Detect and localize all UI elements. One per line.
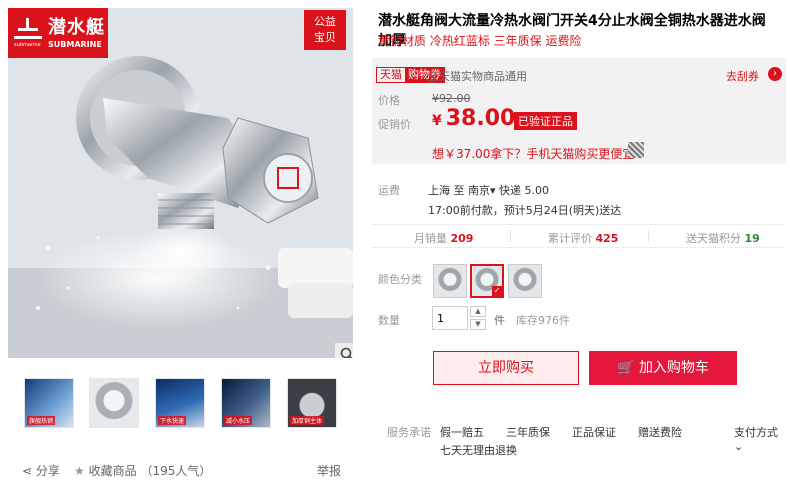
payment-methods[interactable]: 支付方式 ⌄ (734, 424, 790, 453)
shipping-time: 17:00前付款，预计5月24日(明天)送达 (428, 204, 622, 217)
brand-tag: submarine (14, 42, 41, 48)
thumbnail-5[interactable]: 加厚铜主体 (287, 378, 337, 428)
star-icon: ★ (74, 464, 85, 478)
stat-label: 累计评价 (548, 232, 592, 245)
share-icon: ⋖ (22, 464, 33, 478)
favorite-label: 收藏商品 (88, 464, 137, 478)
stock-count: 库存976件 (516, 314, 570, 327)
stat-points: 送天猫积分 19 (686, 230, 760, 246)
stat-divider (648, 230, 649, 242)
thumbnail-2[interactable] (89, 378, 139, 428)
thumbnail-label: 下水快速 (158, 416, 187, 425)
zoom-icon[interactable] (334, 342, 353, 358)
product-subtitle: 黄铜材质 冷热红蓝标 三年质保 运费险 (378, 34, 582, 48)
color-option-3[interactable] (508, 264, 542, 298)
charity-badge: 公益 宝贝 (304, 10, 346, 50)
thumbnail-3[interactable]: 下水快速 (155, 378, 205, 428)
check-icon: ✓ (492, 286, 502, 296)
color-option-2-selected[interactable]: ✓ (470, 264, 504, 298)
popularity-count: （195人气） (140, 464, 212, 478)
stat-reviews[interactable]: 累计评价 425 (548, 230, 618, 246)
coupon-note: 全天猫实物商品通用 (428, 70, 527, 83)
promo-price-label: 促销价 (378, 118, 411, 131)
qr-code-icon[interactable] (628, 142, 644, 158)
currency-symbol: ¥ (432, 113, 442, 129)
stat-label: 月销量 (414, 232, 447, 245)
thumbnail-label: 加厚铜主体 (290, 416, 325, 425)
promo-price: ¥38.00 (432, 106, 515, 131)
stat-value: 425 (595, 232, 619, 245)
service-item[interactable]: 赠送费险 (638, 424, 682, 440)
mobile-discount-link[interactable]: 想￥37.00拿下？手机天猫购买更便宜 (432, 145, 634, 162)
share-button[interactable]: ⋖ 分享 (22, 462, 60, 479)
quantity-decrease-icon[interactable]: ▼ (470, 319, 486, 330)
tmall-label: 天猫 (380, 68, 402, 81)
shipping-label: 运费 (378, 184, 400, 197)
service-item[interactable]: 七天无理由退换 (440, 442, 517, 458)
stat-monthly-sales: 月销量 209 (414, 230, 473, 246)
add-to-cart-button[interactable]: 🛒 加入购物车 (589, 351, 737, 385)
thumbnail-label: 减小水压 (224, 416, 253, 425)
quantity-unit: 件 (494, 314, 505, 327)
stat-value: 209 (450, 232, 474, 245)
share-label: 分享 (35, 464, 60, 478)
service-item[interactable]: 假一赔五 (440, 424, 484, 440)
payment-label: 支付方式 (734, 426, 778, 439)
thumbnail-1[interactable]: 旗舰热销 (24, 378, 74, 428)
brand-logo: submarine 潜水艇 SUBMARINE (8, 8, 108, 58)
service-label: 服务承诺 (387, 426, 431, 439)
chevron-down-icon: ⌄ (734, 440, 744, 453)
quantity-input[interactable] (432, 306, 468, 330)
quantity-label: 数量 (378, 314, 400, 327)
charity-badge-line2: 宝贝 (314, 31, 336, 44)
stat-value: 19 (744, 232, 760, 245)
brand-name-cn: 潜水艇 (48, 17, 105, 38)
stat-label: 送天猫积分 (686, 232, 741, 245)
add-to-cart-label: 加入购物车 (638, 360, 709, 376)
charity-badge-line1: 公益 (314, 15, 336, 28)
promo-price-value: 38.00 (445, 106, 516, 131)
stat-divider (510, 230, 511, 242)
favorite-button[interactable]: ★ 收藏商品 （195人气） (74, 462, 211, 479)
color-label: 颜色分类 (378, 273, 422, 286)
color-option-1[interactable] (433, 264, 467, 298)
service-item[interactable]: 正品保证 (572, 424, 616, 440)
thumbnail-label: 旗舰热销 (27, 416, 56, 425)
quantity-increase-icon[interactable]: ▲ (470, 306, 486, 317)
faucet-illustration (8, 8, 353, 358)
buy-now-button[interactable]: 立即购买 (433, 351, 579, 385)
cart-icon: 🛒 (617, 360, 635, 376)
report-link[interactable]: 举报 (317, 462, 341, 479)
price-label: 价格 (378, 94, 400, 107)
thumbnail-4[interactable]: 减小水压 (221, 378, 271, 428)
shipping-route[interactable]: 上海 至 南京▾ 快递 5.00 (428, 182, 549, 198)
brand-name-en: SUBMARINE (48, 40, 102, 49)
service-item[interactable]: 三年质保 (506, 424, 550, 440)
main-product-image[interactable]: submarine 潜水艇 SUBMARINE 公益 宝贝 (8, 8, 353, 358)
go-coupon-link[interactable]: 去刮券 (726, 68, 759, 84)
verified-badge: 已验证正品 (514, 112, 577, 130)
arrow-right-icon[interactable]: › (768, 67, 782, 81)
original-price: ¥92.00 (432, 92, 471, 105)
